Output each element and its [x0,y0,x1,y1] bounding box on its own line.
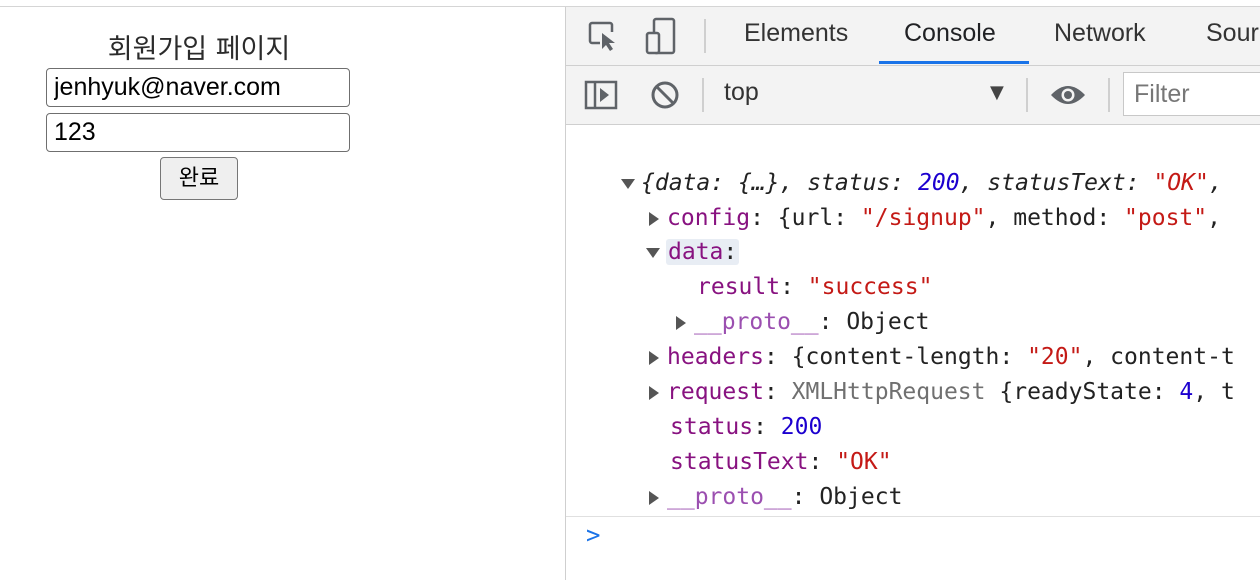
chevron-down-icon[interactable]: ▼ [990,82,1004,103]
page-title: 회원가입 페이지 [107,34,291,65]
console-prompt[interactable]: > [586,521,600,549]
eye-icon[interactable] [1049,83,1087,111]
tab-network[interactable]: Network [1054,19,1146,48]
expand-triangle-icon[interactable] [646,247,660,258]
tab-elements[interactable]: Elements [744,19,848,48]
submit-button[interactable]: 완료 [160,157,238,200]
clear-console-icon[interactable] [650,80,680,114]
proto-row[interactable]: __proto__: Object [649,481,902,513]
window-top-border [0,0,1260,7]
console-toolbar: top ▼ Filter [566,66,1260,125]
data-proto-row[interactable]: __proto__: Object [676,306,929,338]
expand-triangle-icon[interactable] [649,385,659,400]
expand-triangle-icon[interactable] [649,211,659,226]
toolbar-divider [1108,78,1110,112]
active-tab-indicator [879,61,1029,64]
toolbar-divider [704,19,706,53]
request-row[interactable]: request: XMLHttpRequest {readyState: 4, … [649,376,1235,408]
console-output: {data: {…}, status: 200, statusText: "OK… [566,125,1260,520]
context-selector[interactable]: top [724,78,759,107]
tab-console[interactable]: Console [904,19,996,48]
filter-input[interactable]: Filter [1123,72,1260,116]
sidebar-toggle-icon[interactable] [584,80,618,114]
expand-triangle-icon[interactable] [649,350,659,365]
devtools-tabbar: Elements Console Network Sour [566,7,1260,66]
tab-sources[interactable]: Sour [1206,19,1259,48]
config-row[interactable]: config: {url: "/signup", method: "post", [649,202,1221,234]
data-row[interactable]: data: [646,236,740,268]
console-prompt-divider [566,516,1260,517]
expand-triangle-icon[interactable] [621,178,635,189]
toolbar-divider [702,78,704,112]
devtools-panel: Elements Console Network Sour top ▼ Filt… [565,7,1260,580]
response-summary-row[interactable]: {data: {…}, status: 200, statusText: "OK… [621,167,1223,199]
inspect-element-icon[interactable] [588,20,622,56]
toolbar-divider [1026,78,1028,112]
result-row: result: "success" [697,274,933,300]
expand-triangle-icon[interactable] [649,490,659,505]
status-row: status: 200 [670,414,823,440]
expand-triangle-icon[interactable] [676,315,686,330]
email-field[interactable] [46,68,350,107]
signup-page: 회원가입 페이지 완료 [0,7,565,580]
password-field[interactable] [46,113,350,152]
statustext-row: statusText: "OK" [670,449,892,475]
headers-row[interactable]: headers: {content-length: "20", content-… [649,341,1235,373]
device-toolbar-icon[interactable] [644,17,678,59]
